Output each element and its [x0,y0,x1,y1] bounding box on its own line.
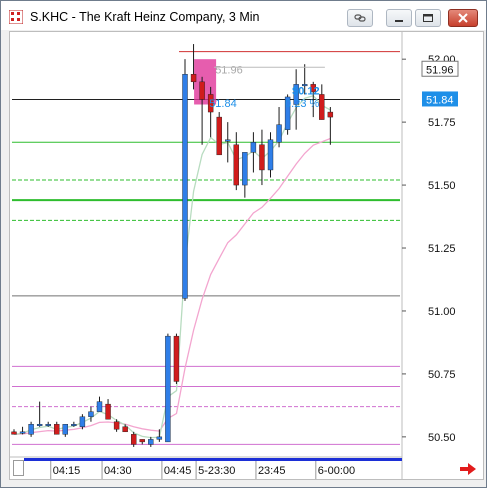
candle-body [79,416,86,427]
candle-body [105,403,111,420]
candle-body [190,74,197,83]
link-icon [354,14,366,22]
candle-body [250,142,257,153]
link-button[interactable] [347,9,373,27]
maximize-icon [423,14,433,22]
minimize-icon [395,20,403,22]
minimize-button[interactable] [386,9,412,27]
x-tick-label: 6-00:00 [318,465,355,477]
moving-average-slow [13,137,331,435]
y-tick-label: 50.75 [428,369,456,381]
candle-body [148,439,154,445]
candle-body [319,94,325,120]
candle-body [19,431,26,434]
ghost-price-2-label: 51.84 [209,98,237,110]
candle-body [233,144,240,186]
price-label-blue: 51.84 [426,94,454,106]
candle-body [96,401,103,412]
x-axis-range-bar [24,458,402,461]
candle-body [327,111,334,118]
chart-window: S.KHC - The Kraft Heinz Company, 3 Min 5… [0,0,487,488]
x-tick-label: 04:30 [104,465,132,477]
x-tick-label: 5-23:30 [198,465,235,477]
close-icon [458,13,468,23]
candle-body [62,424,68,435]
candle-body [113,421,120,430]
change-label: $0.12 [292,85,320,97]
chart-area[interactable]: 51.96 51.84 $0.12 0.23 % 52.00 51.75 51.50 51.2… [9,31,484,480]
app-icon [9,10,23,24]
x-tick-label: 04:15 [53,465,81,477]
candle-body [267,139,274,171]
candle-body [242,152,248,186]
y-tick-label: 51.00 [428,306,456,318]
candle-body [88,411,94,417]
candle-body [276,124,282,143]
candle-body [28,424,34,435]
candle-body [165,335,171,443]
title-bar[interactable]: S.KHC - The Kraft Heinz Company, 3 Min [1,1,486,30]
x-tick-label: 23:45 [258,465,286,477]
candle-body [182,74,188,299]
candle-body [173,335,180,382]
y-tick-label: 51.25 [428,243,456,255]
change-pct-label: 0.23 % [285,98,319,110]
window-title: S.KHC - The Kraft Heinz Company, 3 Min [30,10,260,24]
x-tick-label: 04:45 [164,465,192,477]
candle-body [11,431,17,435]
y-tick-label: 51.50 [428,180,456,192]
candle-body [156,436,163,440]
scroll-right-arrow-icon[interactable] [459,462,477,476]
candle-body [122,426,128,433]
price-chart[interactable]: 51.9651.84$0.120.23 %52.0051.7551.5051.2… [10,32,483,479]
scroll-thumb[interactable] [13,460,24,476]
price-label-boxed: 51.96 [426,64,454,76]
candle-body [199,81,205,100]
candle-body [139,439,145,443]
candle-body [54,424,60,435]
candle-body [216,116,222,156]
candle-body [225,139,231,142]
y-tick-label: 50.50 [428,432,456,444]
candle-body [45,424,51,426]
maximize-button[interactable] [415,9,441,27]
candle-body [130,434,137,445]
candle-body [259,144,265,171]
close-button[interactable] [448,9,478,27]
candle-body [71,424,77,426]
y-tick-label: 51.75 [428,117,456,129]
ghost-price-label: 51.96 [215,64,243,76]
candle-body [36,424,43,426]
